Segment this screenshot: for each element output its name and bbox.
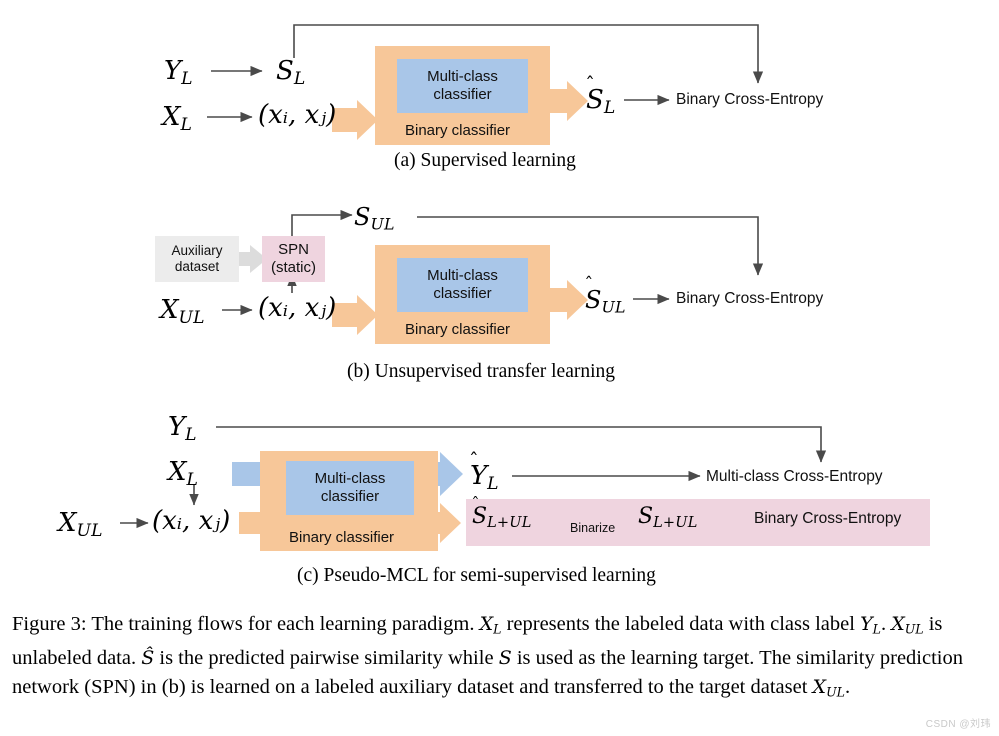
panel-c-label-pair: (xᵢ, xⱼ) (152, 506, 231, 536)
panel-b-binary-classifier-label: Binary classifier (405, 321, 511, 338)
panel-c-label-Yhat-L: ̂YL (470, 461, 499, 494)
panel-b-auxiliary-dataset-label: Auxiliary dataset (171, 243, 223, 274)
panel-b-label-pair: (xᵢ, xⱼ) (258, 293, 337, 323)
panel-c-label-Shat-LUL: ̂SL+UL (472, 504, 532, 532)
panel-b-auxiliary-dataset-block: Auxiliary dataset (155, 236, 239, 282)
panel-c-multiclass-label: Multi-class classifier (314, 470, 386, 505)
panel-c-binary-classifier-label: Binary classifier (289, 529, 395, 546)
panel-b-spn-block: SPN (static) (262, 236, 325, 282)
panel-a-loss-label: Binary Cross-Entropy (676, 91, 824, 108)
panel-a-label-SL: SL (276, 56, 306, 89)
panel-a-label-Shat-L: ̂SL (586, 85, 616, 118)
panel-b-block-arrow-in (332, 295, 378, 335)
caption-math-XL: XL (479, 613, 502, 637)
panel-a-block-arrow-out (549, 81, 588, 121)
caption-math-S: S (498, 647, 512, 669)
panel-b-label-Shat-UL: ̂SUL (585, 286, 626, 317)
caption-part-1: Figure 3: The training flows for each le… (12, 613, 480, 635)
caption-math-Shat: Ŝ (141, 647, 155, 669)
panel-a-multiclass-label: Multi-class classifier (427, 68, 498, 103)
panel-a-subcaption: (a) Supervised learning (394, 150, 576, 171)
panel-b-loss-label: Binary Cross-Entropy (676, 290, 824, 307)
panel-c-binarize-label: Binarize (570, 521, 616, 535)
panel-b-route-spn-to-sul (291, 209, 353, 236)
panel-c-binary-loss-label: Binary Cross-Entropy (754, 510, 902, 527)
caption-part-7: . (844, 675, 851, 698)
panel-a-label-XL: XL (162, 102, 193, 135)
panel-c-multiclass-classifier-block: Multi-class classifier (286, 461, 414, 515)
caption-part-5: is the predicted pairwise similarity whi… (154, 647, 499, 669)
panel-c-subcaption: (c) Pseudo-MCL for semi-supervised learn… (297, 565, 656, 586)
panel-c-label-S-LUL: SL+UL (638, 504, 698, 532)
panel-a-binary-classifier-label: Binary classifier (405, 122, 511, 139)
panel-c-label-YL: YL (168, 412, 197, 445)
caption-math-YL: YL (860, 613, 881, 637)
panel-c-label-XL: XL (168, 457, 199, 490)
caption-part-2: represents the labeled data with class l… (501, 613, 861, 635)
panel-a-label-YL: YL (164, 56, 193, 89)
panel-b-label-SUL: SUL (354, 203, 395, 234)
panel-b-multiclass-classifier-block: Multi-class classifier (397, 258, 528, 312)
panel-b-block-arrow-out (549, 280, 588, 320)
figure-3-container: S_{L+UL} --> YL XL SL (xᵢ, xⱼ) Multi-cla… (0, 0, 999, 736)
caption-math-XUL: XUL (891, 613, 924, 637)
panel-a-multiclass-classifier-block: Multi-class classifier (397, 59, 528, 113)
figure-caption: Figure 3: The training flows for each le… (12, 610, 987, 707)
panel-b-label-XUL: XUL (160, 295, 205, 328)
panel-a-label-pair: (xᵢ, xⱼ) (258, 100, 337, 130)
panel-b-subcaption: (b) Unsupervised transfer learning (347, 361, 616, 382)
csdn-watermark: CSDN @刘玮 (925, 719, 991, 730)
panel-b-multiclass-label: Multi-class classifier (427, 267, 498, 302)
panel-c-label-XUL: XUL (58, 508, 103, 541)
panel-c-multiclass-loss-label: Multi-class Cross-Entropy (706, 468, 883, 485)
panel-b-spn-label: SPN (static) (271, 241, 316, 276)
caption-part-3: . (880, 613, 892, 635)
panel-a-block-arrow-in (332, 100, 378, 140)
caption-math-XUL-2: XUL (812, 675, 845, 700)
